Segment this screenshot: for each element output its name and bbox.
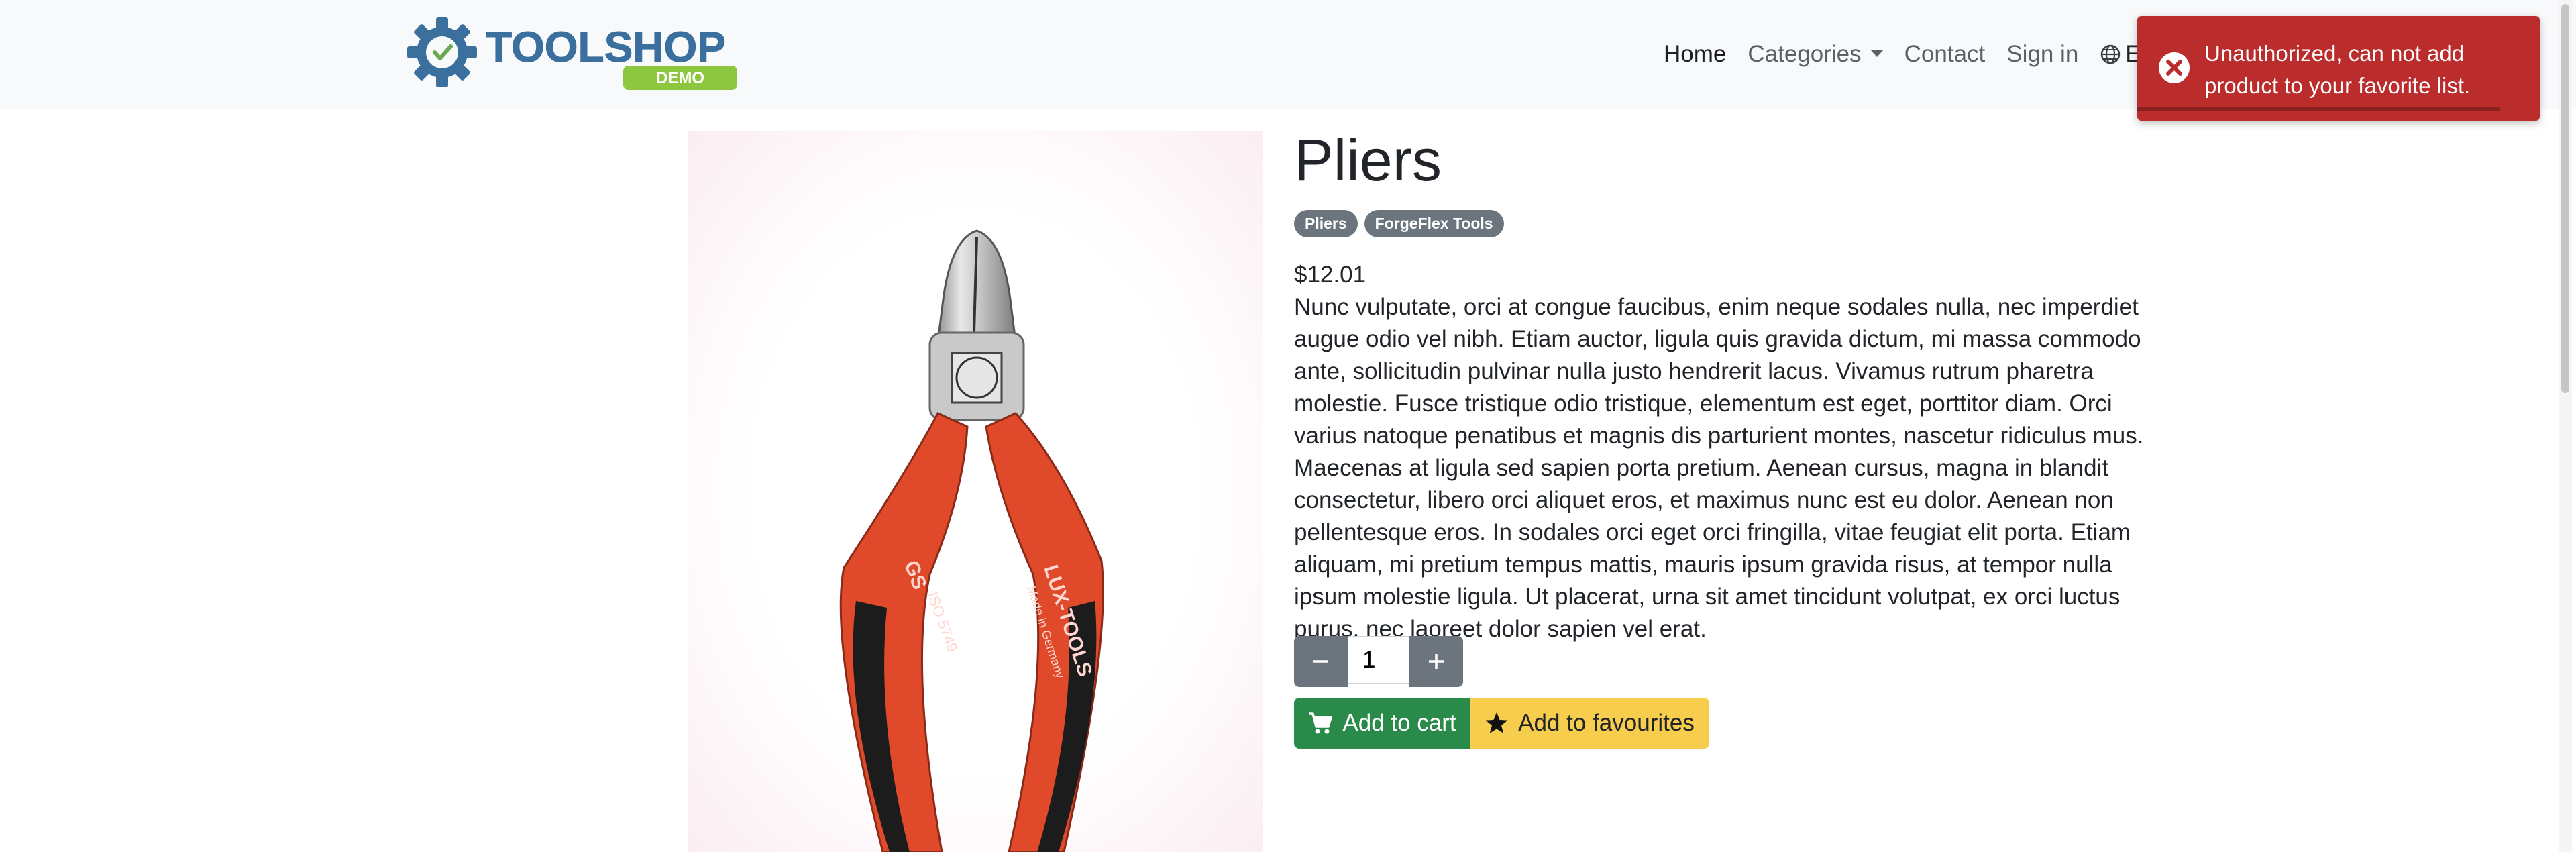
nav-sign-in[interactable]: Sign in [2006,41,2078,68]
add-to-cart-button[interactable]: Add to cart [1294,698,1470,749]
main-nav: Home Categories Contact Sign in EN [1664,38,2180,71]
add-to-favourites-label: Add to favourites [1518,710,1695,736]
toast-progress-bar [2137,107,2500,111]
logo-text: TOOLSHOP [486,23,726,71]
page-scrollbar[interactable] [2559,0,2572,852]
handle-iso-text: ISO 5749 [924,590,961,654]
product-tags: Pliers ForgeFlex Tools [1294,210,1511,237]
product-description: Nunc vulputate, orci at congue faucibus,… [1294,294,2144,642]
error-toast[interactable]: Unauthorized, can not add product to you… [2137,16,2540,121]
nav-contact[interactable]: Contact [1904,41,1986,68]
minus-icon [1313,660,1328,663]
product-title: Pliers [1294,127,1442,193]
toast-message: Unauthorized, can not add product to you… [2204,41,2471,98]
star-icon [1485,712,1508,733]
logo-badge: DEMO [656,69,704,87]
cart-icon [1309,712,1333,734]
product-actions: Add to cart Add to favourites [1294,698,1709,749]
quantity-input[interactable] [1348,636,1409,684]
quantity-stepper [1294,636,1463,687]
decrease-quantity-button[interactable] [1294,636,1348,687]
plus-icon [1429,654,1444,669]
brand-badge: ForgeFlex Tools [1364,210,1504,237]
nav-home[interactable]: Home [1664,41,1726,68]
toolshop-logo-graphic: TOOLSHOP DEMO [407,17,737,90]
caret-down-icon [1870,50,1883,57]
add-to-favourites-button[interactable]: Add to favourites [1470,698,1709,749]
globe-icon [2101,44,2121,64]
scrollbar-thumb[interactable] [2561,4,2569,393]
category-badge: Pliers [1294,210,1358,237]
increase-quantity-button[interactable] [1409,636,1463,687]
product-price: $12.01 [1294,262,1366,288]
error-circle-icon [2159,52,2190,83]
product-image: LUX-TOOLS Made in Germany GS ISO 5749 [688,131,1263,852]
nav-categories-label: Categories [1748,41,1862,67]
toolshop-logo[interactable]: TOOLSHOP DEMO [405,15,741,93]
pliers-illustration: LUX-TOOLS Made in Germany GS ISO 5749 [839,229,1104,852]
add-to-cart-label: Add to cart [1342,710,1456,736]
nav-categories-dropdown[interactable]: Categories [1748,41,1883,68]
